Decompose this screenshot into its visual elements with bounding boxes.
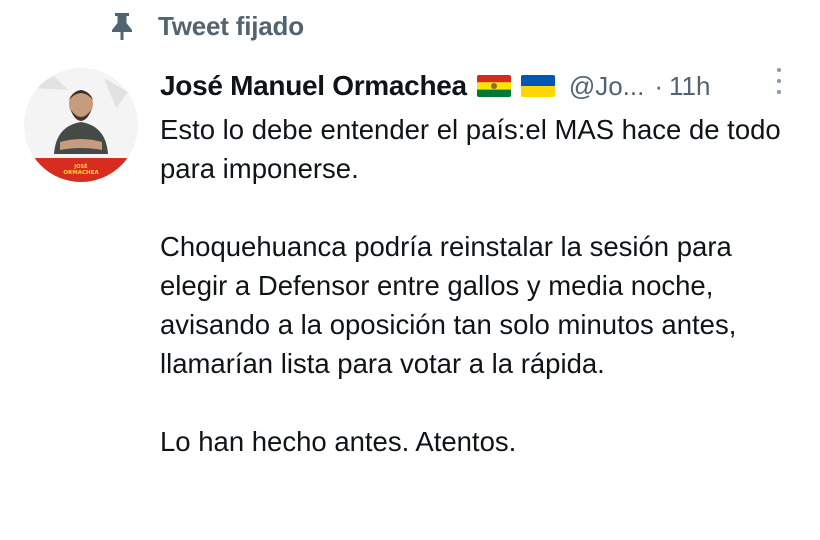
author-handle[interactable]: @Jo... xyxy=(569,71,645,102)
pin-icon xyxy=(108,11,136,41)
separator-dot: · xyxy=(654,70,664,101)
tweet-paragraph: Esto lo debe entender el país:el MAS hac… xyxy=(160,114,781,184)
tweet-paragraph: Choquehuanca podría reinstalar la sesión… xyxy=(160,231,737,379)
svg-text:ORMACHEA: ORMACHEA xyxy=(63,170,99,176)
bolivia-flag-icon xyxy=(476,75,511,97)
avatar[interactable]: JOSÉ ORMACHEA xyxy=(24,68,138,182)
pinned-indicator: Tweet fijado xyxy=(108,8,304,44)
tweet-paragraph: Lo han hecho antes. Atentos. xyxy=(160,426,517,457)
tweet-timestamp[interactable]: 11h xyxy=(669,71,710,102)
tweet-header: José Manuel Ormachea @Jo... · 11h xyxy=(160,64,800,108)
ukraine-flag-icon xyxy=(520,75,555,97)
tweet-text: Esto lo debe entender el país:el MAS hac… xyxy=(160,110,800,461)
avatar-name-logo: JOSÉ xyxy=(73,162,88,170)
more-options-icon[interactable] xyxy=(770,66,788,96)
author-name[interactable]: José Manuel Ormachea xyxy=(160,70,467,102)
pinned-label: Tweet fijado xyxy=(158,10,304,41)
